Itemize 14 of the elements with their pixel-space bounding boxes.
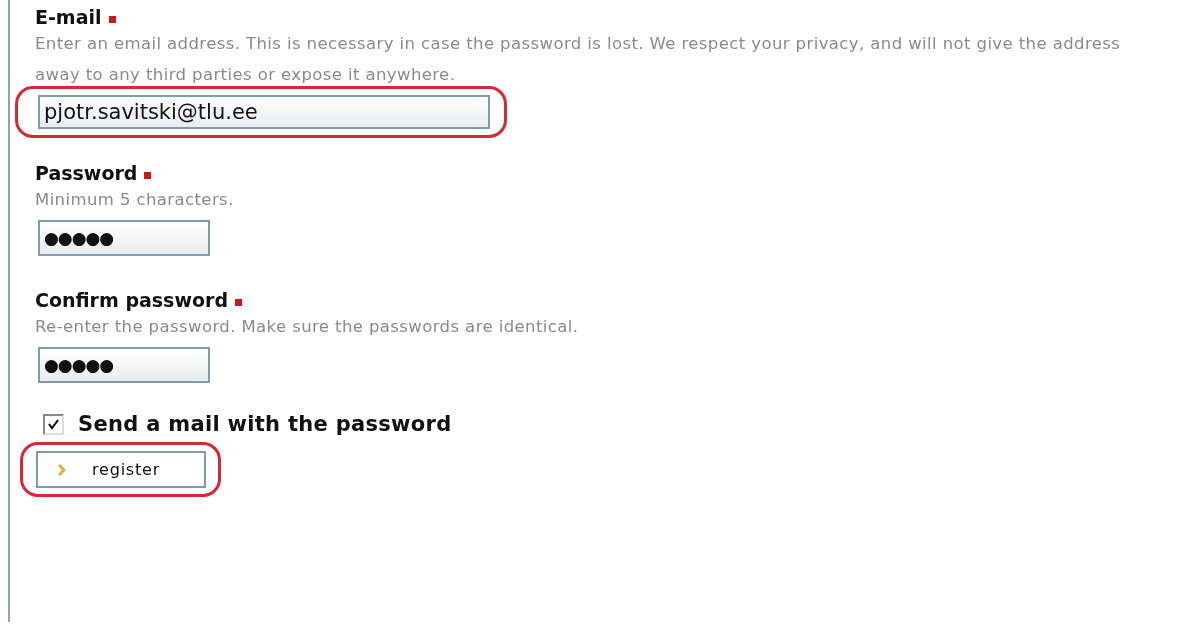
password-field[interactable]: ●●●●●	[38, 220, 210, 256]
field-hint: Minimum 5 characters.	[35, 189, 235, 211]
field-label: E-mail	[35, 6, 102, 28]
field-hint: Enter an email address. This is necessary in case the password is lost. We respect your privacy, and will not give the address away to any third parties or expose it anywhere.	[35, 33, 1122, 86]
field-label: Password	[35, 162, 138, 184]
checkbox-label: Send a mail with the password	[78, 412, 452, 436]
checkmark-icon	[47, 417, 60, 431]
email-field[interactable]: pjotr.savitski@tlu.ee	[38, 95, 490, 129]
password-field[interactable]: ●●●●●	[38, 347, 210, 383]
chevron-icon	[58, 463, 66, 476]
register-button[interactable]: register	[36, 451, 206, 488]
field-hint: Re-enter the password. Make sure the passwords are identical.	[35, 316, 580, 338]
field-label: Confirm password	[35, 289, 228, 311]
checkbox[interactable]	[43, 413, 64, 435]
